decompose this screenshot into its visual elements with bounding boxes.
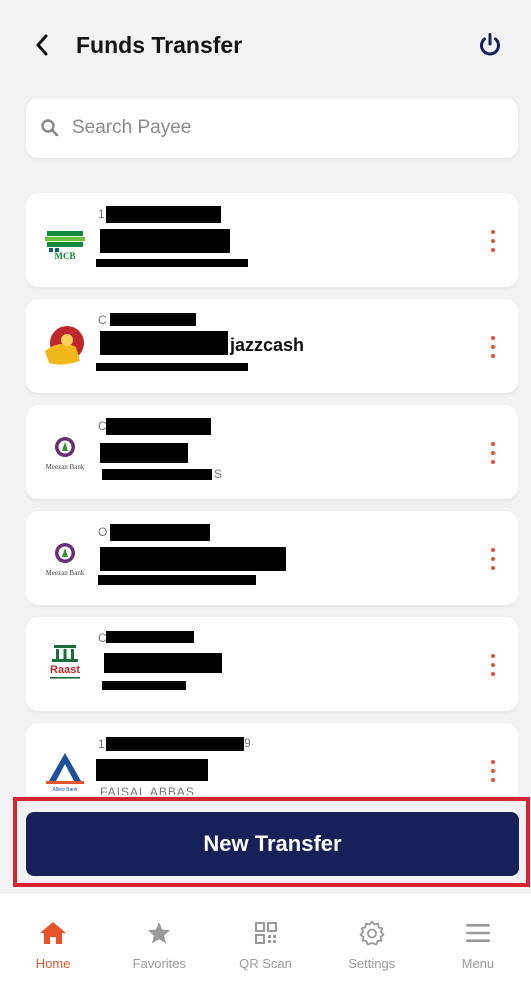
- redaction: [96, 759, 208, 781]
- redaction: [104, 653, 222, 673]
- logout-button[interactable]: [475, 30, 505, 60]
- payee-account: 1: [98, 207, 105, 221]
- bank-logo-text: MCB: [55, 251, 76, 261]
- gear-icon: [359, 920, 385, 946]
- more-options-button[interactable]: [488, 760, 498, 782]
- chevron-left-icon: [36, 34, 48, 56]
- payee-card[interactable]: Meezan Bank C S: [26, 405, 518, 499]
- nav-favorites[interactable]: Favorites: [106, 894, 212, 984]
- redaction: [96, 363, 248, 371]
- redaction: [106, 206, 221, 223]
- payee-card[interactable]: C jazzcash: [26, 299, 518, 393]
- more-options-button[interactable]: [488, 442, 498, 464]
- redaction: [96, 259, 248, 267]
- page-title: Funds Transfer: [76, 31, 243, 58]
- new-transfer-button[interactable]: New Transfer: [26, 812, 519, 876]
- search-input[interactable]: [72, 117, 472, 139]
- nav-settings[interactable]: Settings: [319, 894, 425, 984]
- search-icon: [41, 119, 59, 137]
- redaction: [100, 229, 230, 253]
- nav-label: Favorites: [132, 956, 187, 971]
- qr-icon: [254, 922, 277, 944]
- nav-label: Home: [35, 956, 71, 971]
- bank-logo: [40, 321, 90, 371]
- redaction: [106, 418, 211, 435]
- redaction: [106, 737, 244, 751]
- bank-logo: Meezan Bank: [40, 533, 90, 583]
- redaction: [100, 331, 228, 355]
- nav-home[interactable]: Home: [0, 894, 106, 984]
- more-options-button[interactable]: [488, 230, 498, 252]
- bank-logo-text: Meezan Bank: [46, 569, 85, 577]
- power-icon: [480, 33, 500, 56]
- redaction: [102, 469, 212, 480]
- payee-account-suffix: 9: [244, 736, 251, 750]
- bottom-nav: Home Favorites QR Scan Settings Menu: [0, 894, 531, 984]
- app-header: Funds Transfer: [0, 0, 531, 90]
- payee-card[interactable]: Raast C: [26, 617, 518, 711]
- payee-account: C: [98, 313, 107, 327]
- bank-logo-text: Raast: [50, 664, 80, 676]
- redaction: [106, 631, 194, 643]
- nav-label: Settings: [348, 956, 396, 971]
- menu-icon: [465, 924, 490, 942]
- payee-list: MCB 1 C jazzcash Meezan Bank C S Meezan …: [26, 193, 518, 795]
- payee-card[interactable]: MCB 1: [26, 193, 518, 287]
- redaction: [100, 547, 286, 571]
- more-options-button[interactable]: [488, 654, 498, 676]
- more-options-button[interactable]: [488, 548, 498, 570]
- payee-bank-name: S: [214, 467, 223, 481]
- payee-card[interactable]: Allied Bank 1 9 FAISAL ABBAS: [26, 723, 518, 795]
- back-button[interactable]: [30, 33, 54, 57]
- bank-logo: Meezan Bank: [40, 427, 90, 477]
- home-icon: [40, 922, 67, 944]
- nav-menu[interactable]: Menu: [425, 894, 531, 984]
- search-bar[interactable]: [26, 98, 518, 158]
- bank-logo: Allied Bank: [40, 745, 90, 795]
- bank-logo-text: Allied Bank: [52, 787, 78, 793]
- redaction: [110, 313, 196, 326]
- bank-logo: MCB: [40, 215, 90, 265]
- payee-card[interactable]: Meezan Bank O: [26, 511, 518, 605]
- star-icon: [147, 922, 171, 944]
- payee-name: jazzcash: [230, 335, 305, 355]
- more-options-button[interactable]: [488, 336, 498, 358]
- payee-account: 1: [98, 737, 105, 751]
- payee-name: FAISAL ABBAS: [100, 785, 195, 795]
- nav-qr-scan[interactable]: QR Scan: [212, 894, 318, 984]
- redaction: [110, 524, 210, 541]
- bank-logo: Raast: [40, 639, 90, 689]
- redaction: [102, 681, 186, 690]
- nav-label: Menu: [461, 956, 495, 971]
- redaction: [98, 575, 256, 585]
- bank-logo-text: Meezan Bank: [46, 463, 85, 471]
- payee-account: O: [98, 525, 108, 539]
- nav-label: QR Scan: [239, 956, 292, 971]
- redaction: [100, 443, 188, 463]
